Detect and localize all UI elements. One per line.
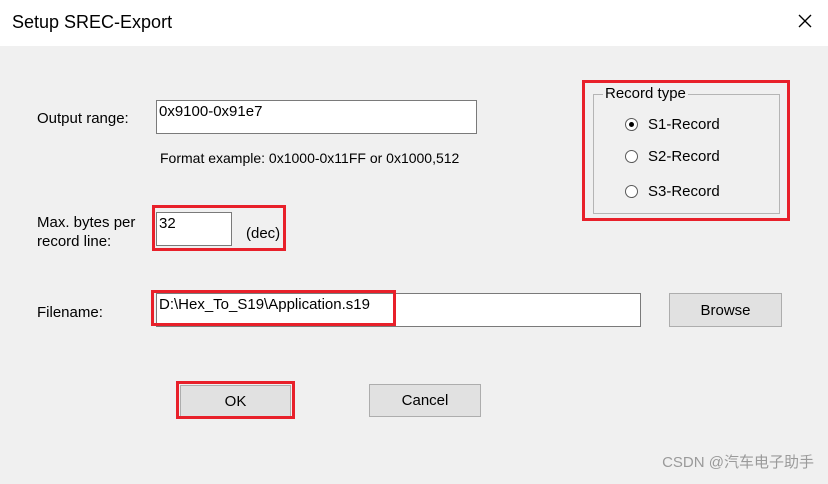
radio-s1-indicator[interactable] xyxy=(625,118,638,131)
max-bytes-label: Max. bytes per record line: xyxy=(37,213,135,251)
filename-label: Filename: xyxy=(37,304,103,321)
watermark: CSDN @汽车电子助手 xyxy=(662,454,814,471)
close-button[interactable] xyxy=(782,0,828,46)
record-type-legend: Record type xyxy=(603,85,688,102)
radio-s1-label: S1-Record xyxy=(648,116,720,133)
title-bar: Setup SREC-Export xyxy=(0,0,828,46)
radio-s3-label: S3-Record xyxy=(648,183,720,200)
format-example-hint: Format example: 0x1000-0x11FF or 0x1000,… xyxy=(160,150,460,166)
radio-s2-record[interactable]: S2-Record xyxy=(625,148,720,165)
max-bytes-input[interactable]: 32 xyxy=(156,212,232,246)
ok-button[interactable]: OK xyxy=(180,385,291,417)
cancel-button[interactable]: Cancel xyxy=(369,384,481,417)
max-bytes-label-line2: record line: xyxy=(37,233,112,250)
output-range-label: Output range: xyxy=(37,110,129,127)
filename-input[interactable]: D:\Hex_To_S19\Application.s19 xyxy=(156,293,641,327)
browse-button[interactable]: Browse xyxy=(669,293,782,327)
radio-s3-indicator[interactable] xyxy=(625,185,638,198)
max-bytes-label-line1: Max. bytes per xyxy=(37,214,136,231)
radio-s2-indicator[interactable] xyxy=(625,150,638,163)
radio-s1-record[interactable]: S1-Record xyxy=(625,116,720,133)
window-title: Setup SREC-Export xyxy=(12,12,173,32)
radio-s2-label: S2-Record xyxy=(648,148,720,165)
close-icon xyxy=(797,13,813,33)
max-bytes-unit: (dec) xyxy=(246,225,281,242)
radio-s3-record[interactable]: S3-Record xyxy=(625,183,720,200)
output-range-input[interactable]: 0x9100-0x91e7 xyxy=(156,100,477,134)
